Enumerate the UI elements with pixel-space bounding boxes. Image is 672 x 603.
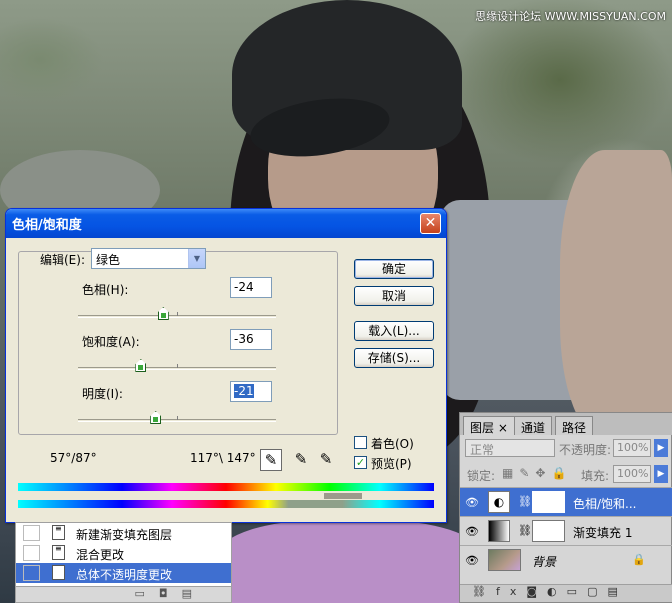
opacity-arrow-icon[interactable]: ▶: [654, 439, 668, 457]
shoulder: [560, 150, 672, 440]
layer-name: 渐变填充 1: [573, 526, 633, 540]
history-item[interactable]: ≡ 混合更改: [16, 543, 231, 563]
fill-label: 填充:: [581, 469, 610, 483]
tab-layers[interactable]: 图层 ×: [463, 416, 515, 435]
range-right-readout: 117°\ 147°: [190, 451, 256, 465]
opacity-input[interactable]: 100%: [613, 439, 651, 457]
eyedropper-minus-icon[interactable]: ✎: [315, 449, 337, 471]
eye-icon[interactable]: 👁: [465, 496, 479, 509]
preview-checkbox[interactable]: ✓: [354, 456, 367, 469]
history-item-selected[interactable]: ≡ 总体不透明度更改: [16, 563, 231, 583]
load-button[interactable]: 载入(L)...: [354, 321, 434, 341]
tab-paths[interactable]: 路径: [555, 416, 594, 435]
cancel-button[interactable]: 取消: [354, 286, 434, 306]
hue-slider[interactable]: [78, 307, 276, 320]
layer-name: 色相/饱和...: [573, 497, 637, 511]
adjustment-layer-icon[interactable]: ◐: [547, 585, 567, 598]
skirt: [220, 520, 480, 603]
layers-tabs: 图层 × 通道 路径: [460, 413, 672, 435]
gradient-icon: [488, 520, 510, 542]
close-button[interactable]: ✕: [420, 213, 441, 234]
lightness-label: 明度(I):: [82, 387, 123, 401]
history-source-box[interactable]: [23, 565, 40, 581]
fill-arrow-icon[interactable]: ▶: [654, 465, 668, 483]
save-button[interactable]: 存储(S)...: [354, 348, 434, 368]
new-snapshot-icon[interactable]: ▭: [134, 587, 158, 600]
eyedropper-icon[interactable]: ✎: [260, 449, 282, 471]
lightness-value: -21: [234, 384, 254, 398]
edit-select[interactable]: 绿色 ▼: [91, 248, 206, 269]
trash-icon[interactable]: ▤: [182, 587, 206, 600]
range-left-readout: 57°/87°: [50, 451, 97, 465]
fx-icon[interactable]: fx: [496, 585, 526, 598]
history-panel: ≡ 新建渐变填充图层 ≡ 混合更改 ≡ 总体不透明度更改 ▭◘▤: [15, 522, 232, 603]
color-range-slider[interactable]: [324, 493, 362, 499]
lightness-input[interactable]: -21: [230, 381, 272, 402]
lock-label: 锁定:: [467, 469, 496, 483]
saturation-label: 饱和度(A):: [82, 335, 140, 349]
saturation-slider-center-tick: [177, 364, 178, 368]
history-state-icon: ≡: [52, 525, 65, 540]
hue-input[interactable]: -24: [230, 277, 272, 298]
layers-panel: 图层 × 通道 路径 正常 不透明度: 100% ▶ 锁定: ▦✎✥🔒 填充: …: [459, 412, 672, 603]
saturation-input[interactable]: -36: [230, 329, 272, 350]
layer-mask-thumb[interactable]: [532, 520, 565, 542]
input-color-bar: [18, 483, 434, 491]
eye-icon[interactable]: 👁: [465, 554, 479, 567]
lock-icon: 🔒: [632, 553, 646, 566]
dialog-title: 色相/饱和度: [12, 218, 82, 233]
colorize-checkbox[interactable]: [354, 436, 367, 449]
saturation-value: -36: [234, 332, 254, 346]
opacity-label: 不透明度:: [559, 443, 612, 457]
tab-channels[interactable]: 通道: [514, 416, 553, 435]
edit-label: 编辑(E):: [40, 253, 85, 267]
adjustment-icon: ◐: [488, 491, 510, 513]
settings-group: [18, 251, 338, 435]
mask-icon[interactable]: ◙: [526, 585, 547, 598]
layer-row[interactable]: 👁 ◐ ⛓ 色相/饱和...: [460, 487, 672, 516]
link-icon: ⛓: [518, 524, 532, 537]
trash-icon[interactable]: ▤: [607, 585, 627, 598]
preview-label: 预览(P): [371, 457, 412, 471]
hue-saturation-dialog: 色相/饱和度 ✕ 编辑(E): 绿色 ▼ 色相(H): -24 饱和度(A): …: [5, 208, 447, 523]
history-source-box[interactable]: [23, 545, 40, 561]
lightness-slider[interactable]: [78, 411, 276, 424]
history-footer: ▭◘▤: [16, 586, 231, 602]
layer-name: 背景: [532, 555, 557, 569]
edit-select-value: 绿色: [96, 253, 121, 267]
output-color-bar: [18, 500, 434, 508]
layer-mask-thumb[interactable]: [532, 491, 565, 513]
dialog-titlebar[interactable]: 色相/饱和度: [6, 209, 446, 238]
photo-icon: [488, 549, 521, 571]
watermark: 思缘设计论坛 WWW.MISSYUAN.COM: [475, 10, 666, 23]
eyedropper-plus-icon[interactable]: ✎: [290, 449, 312, 471]
colorize-label: 着色(O): [371, 437, 414, 451]
saturation-slider[interactable]: [78, 359, 276, 372]
layers-footer: ⛓fx◙◐▭▢▤: [460, 584, 672, 602]
fill-input[interactable]: 100%: [613, 465, 651, 483]
history-item-label: 新建渐变填充图层: [76, 528, 173, 542]
link-layers-icon[interactable]: ⛓: [472, 585, 496, 598]
history-item-label: 混合更改: [76, 548, 125, 562]
history-item-label: 总体不透明度更改: [76, 568, 173, 582]
hue-label: 色相(H):: [82, 283, 129, 297]
link-icon: ⛓: [518, 495, 532, 508]
layer-row[interactable]: 👁 ⛓ 渐变填充 1: [460, 516, 672, 545]
history-state-icon: ≡: [52, 545, 65, 560]
eye-icon[interactable]: 👁: [465, 525, 479, 538]
lightness-slider-center-tick: [177, 416, 178, 420]
lock-icons[interactable]: ▦✎✥🔒: [502, 466, 572, 480]
ok-button[interactable]: 确定: [354, 259, 434, 279]
camera-icon[interactable]: ◘: [159, 587, 182, 600]
history-source-box[interactable]: [23, 525, 40, 541]
new-layer-icon[interactable]: ▢: [587, 585, 607, 598]
chevron-down-icon[interactable]: ▼: [188, 249, 205, 268]
layer-row[interactable]: 👁 背景 🔒: [460, 545, 672, 574]
hue-value: -24: [234, 280, 254, 294]
hue-slider-center-tick: [177, 312, 178, 316]
history-state-icon: ≡: [52, 565, 65, 580]
history-item[interactable]: ≡ 新建渐变填充图层: [16, 523, 231, 543]
blend-mode-select[interactable]: 正常: [465, 439, 555, 457]
folder-icon[interactable]: ▭: [567, 585, 587, 598]
